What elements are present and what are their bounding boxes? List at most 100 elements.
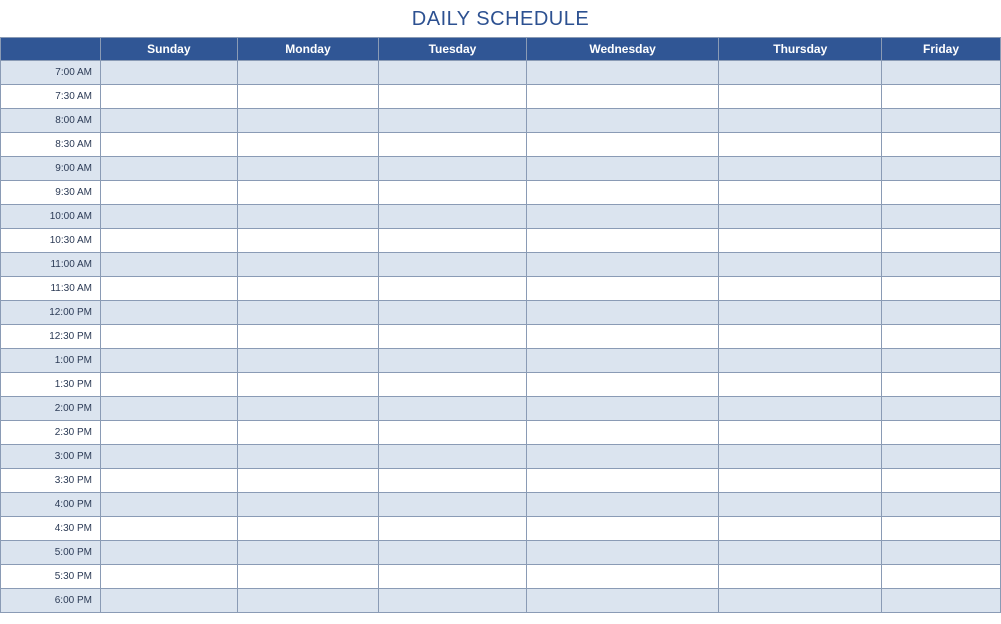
schedule-cell[interactable] — [719, 157, 882, 181]
schedule-cell[interactable] — [719, 109, 882, 133]
schedule-cell[interactable] — [719, 85, 882, 109]
schedule-cell[interactable] — [882, 229, 1001, 253]
schedule-cell[interactable] — [882, 421, 1001, 445]
schedule-cell[interactable] — [101, 349, 238, 373]
schedule-cell[interactable] — [719, 373, 882, 397]
schedule-cell[interactable] — [526, 85, 719, 109]
schedule-cell[interactable] — [101, 277, 238, 301]
schedule-cell[interactable] — [237, 349, 379, 373]
schedule-cell[interactable] — [719, 325, 882, 349]
schedule-cell[interactable] — [526, 397, 719, 421]
schedule-cell[interactable] — [882, 277, 1001, 301]
schedule-cell[interactable] — [379, 61, 526, 85]
schedule-cell[interactable] — [237, 85, 379, 109]
schedule-cell[interactable] — [882, 301, 1001, 325]
schedule-cell[interactable] — [719, 469, 882, 493]
schedule-cell[interactable] — [237, 157, 379, 181]
schedule-cell[interactable] — [237, 301, 379, 325]
schedule-cell[interactable] — [882, 589, 1001, 613]
schedule-cell[interactable] — [719, 229, 882, 253]
schedule-cell[interactable] — [719, 181, 882, 205]
schedule-cell[interactable] — [237, 205, 379, 229]
schedule-cell[interactable] — [526, 493, 719, 517]
schedule-cell[interactable] — [719, 493, 882, 517]
schedule-cell[interactable] — [379, 253, 526, 277]
schedule-cell[interactable] — [719, 541, 882, 565]
schedule-cell[interactable] — [882, 181, 1001, 205]
schedule-cell[interactable] — [882, 541, 1001, 565]
schedule-cell[interactable] — [101, 469, 238, 493]
schedule-cell[interactable] — [882, 493, 1001, 517]
schedule-cell[interactable] — [237, 589, 379, 613]
schedule-cell[interactable] — [237, 133, 379, 157]
schedule-cell[interactable] — [526, 277, 719, 301]
schedule-cell[interactable] — [101, 301, 238, 325]
schedule-cell[interactable] — [237, 109, 379, 133]
schedule-cell[interactable] — [526, 373, 719, 397]
schedule-cell[interactable] — [237, 445, 379, 469]
schedule-cell[interactable] — [101, 445, 238, 469]
schedule-cell[interactable] — [526, 325, 719, 349]
schedule-cell[interactable] — [101, 109, 238, 133]
schedule-cell[interactable] — [101, 85, 238, 109]
schedule-cell[interactable] — [237, 253, 379, 277]
schedule-cell[interactable] — [379, 589, 526, 613]
schedule-cell[interactable] — [237, 277, 379, 301]
schedule-cell[interactable] — [101, 373, 238, 397]
schedule-cell[interactable] — [526, 61, 719, 85]
schedule-cell[interactable] — [379, 181, 526, 205]
schedule-cell[interactable] — [101, 541, 238, 565]
schedule-cell[interactable] — [101, 325, 238, 349]
schedule-cell[interactable] — [882, 133, 1001, 157]
schedule-cell[interactable] — [719, 61, 882, 85]
schedule-cell[interactable] — [237, 373, 379, 397]
schedule-cell[interactable] — [526, 301, 719, 325]
schedule-cell[interactable] — [379, 397, 526, 421]
schedule-cell[interactable] — [526, 133, 719, 157]
schedule-cell[interactable] — [101, 181, 238, 205]
schedule-cell[interactable] — [101, 421, 238, 445]
schedule-cell[interactable] — [101, 565, 238, 589]
schedule-cell[interactable] — [101, 229, 238, 253]
schedule-cell[interactable] — [379, 421, 526, 445]
schedule-cell[interactable] — [379, 229, 526, 253]
schedule-cell[interactable] — [882, 109, 1001, 133]
schedule-cell[interactable] — [526, 109, 719, 133]
schedule-cell[interactable] — [379, 493, 526, 517]
schedule-cell[interactable] — [101, 157, 238, 181]
schedule-cell[interactable] — [237, 493, 379, 517]
schedule-cell[interactable] — [101, 205, 238, 229]
schedule-cell[interactable] — [237, 397, 379, 421]
schedule-cell[interactable] — [719, 253, 882, 277]
schedule-cell[interactable] — [379, 157, 526, 181]
schedule-cell[interactable] — [379, 277, 526, 301]
schedule-cell[interactable] — [719, 565, 882, 589]
schedule-cell[interactable] — [379, 541, 526, 565]
schedule-cell[interactable] — [526, 181, 719, 205]
schedule-cell[interactable] — [379, 109, 526, 133]
schedule-cell[interactable] — [719, 517, 882, 541]
schedule-cell[interactable] — [379, 565, 526, 589]
schedule-cell[interactable] — [719, 589, 882, 613]
schedule-cell[interactable] — [526, 565, 719, 589]
schedule-cell[interactable] — [526, 541, 719, 565]
schedule-cell[interactable] — [379, 133, 526, 157]
schedule-cell[interactable] — [237, 517, 379, 541]
schedule-cell[interactable] — [882, 445, 1001, 469]
schedule-cell[interactable] — [101, 397, 238, 421]
schedule-cell[interactable] — [882, 205, 1001, 229]
schedule-cell[interactable] — [101, 517, 238, 541]
schedule-cell[interactable] — [526, 445, 719, 469]
schedule-cell[interactable] — [526, 517, 719, 541]
schedule-cell[interactable] — [379, 325, 526, 349]
schedule-cell[interactable] — [882, 469, 1001, 493]
schedule-cell[interactable] — [101, 589, 238, 613]
schedule-cell[interactable] — [237, 181, 379, 205]
schedule-cell[interactable] — [237, 61, 379, 85]
schedule-cell[interactable] — [882, 373, 1001, 397]
schedule-cell[interactable] — [526, 205, 719, 229]
schedule-cell[interactable] — [237, 541, 379, 565]
schedule-cell[interactable] — [379, 373, 526, 397]
schedule-cell[interactable] — [526, 421, 719, 445]
schedule-cell[interactable] — [719, 133, 882, 157]
